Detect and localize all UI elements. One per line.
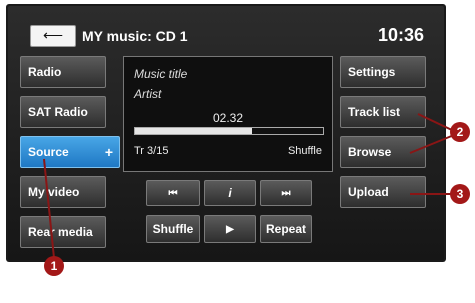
menu-rear-media-button[interactable]: Rear media bbox=[20, 216, 106, 248]
previous-track-icon: ⏮ bbox=[168, 187, 178, 199]
menu-my-video-button[interactable]: My video bbox=[20, 176, 106, 208]
track-list-label: Track list bbox=[348, 105, 401, 119]
elapsed-time: 02.32 bbox=[212, 111, 244, 125]
progress-fill bbox=[135, 128, 252, 134]
menu-sat-radio-button[interactable]: SAT Radio bbox=[20, 96, 106, 128]
next-track-button[interactable]: ⏭ bbox=[260, 180, 312, 206]
menu-rear-media-label: Rear media bbox=[28, 225, 93, 239]
menu-source-button[interactable]: Source + bbox=[20, 136, 120, 168]
shuffle-button[interactable]: Shuffle bbox=[146, 215, 200, 243]
track-artist: Artist bbox=[134, 87, 162, 101]
menu-radio-label: Radio bbox=[28, 65, 62, 79]
back-button[interactable]: ⟵ bbox=[30, 25, 76, 47]
menu-my-video-label: My video bbox=[28, 185, 80, 199]
play-mode-status: Shuffle bbox=[287, 145, 322, 157]
settings-label: Settings bbox=[348, 65, 396, 79]
play-button[interactable]: ▶ bbox=[204, 215, 256, 243]
repeat-button[interactable]: Repeat bbox=[260, 215, 312, 243]
callout-1: 1 bbox=[44, 256, 64, 276]
settings-button[interactable]: Settings bbox=[340, 56, 426, 88]
clock: 10:36 bbox=[378, 25, 425, 45]
progress-bar[interactable] bbox=[134, 127, 324, 135]
menu-sat-radio-label: SAT Radio bbox=[28, 105, 88, 119]
plus-icon: + bbox=[104, 144, 113, 160]
callout-3: 3 bbox=[450, 184, 470, 204]
menu-radio-button[interactable]: Radio bbox=[20, 56, 106, 88]
browse-button[interactable]: Browse bbox=[340, 136, 426, 168]
track-list-button[interactable]: Track list bbox=[340, 96, 426, 128]
repeat-label: Repeat bbox=[265, 222, 306, 236]
track-number: Tr 3/15 bbox=[134, 145, 169, 157]
now-playing-panel: Music title Artist 02.32 Tr 3/15 Shuffle bbox=[123, 56, 333, 172]
callout-2: 2 bbox=[450, 122, 470, 142]
previous-track-button[interactable]: ⏮ bbox=[146, 180, 200, 206]
info-button[interactable]: i bbox=[204, 180, 256, 206]
track-title: Music title bbox=[134, 67, 188, 81]
upload-label: Upload bbox=[348, 185, 389, 199]
shuffle-label: Shuffle bbox=[152, 222, 194, 236]
menu-source-label: Source bbox=[28, 145, 69, 159]
info-icon: i bbox=[228, 186, 232, 200]
upload-button[interactable]: Upload bbox=[340, 176, 426, 208]
next-track-icon: ⏭ bbox=[281, 187, 291, 199]
browse-label: Browse bbox=[348, 145, 392, 159]
play-icon: ▶ bbox=[226, 223, 234, 235]
page-title: MY music: CD 1 bbox=[82, 28, 188, 44]
